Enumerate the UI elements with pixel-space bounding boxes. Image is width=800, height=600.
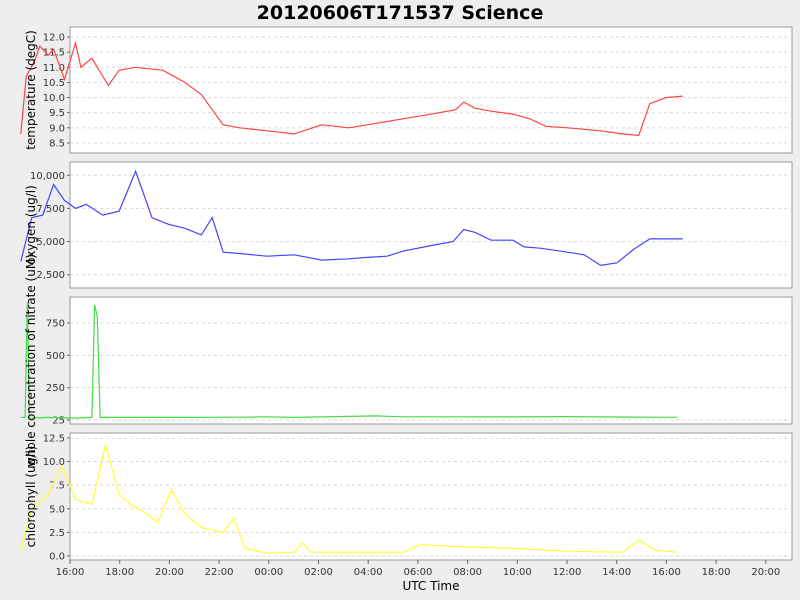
x-tick-label: 12:00 — [553, 567, 582, 578]
y-tick-label: 750 — [46, 318, 65, 329]
y-tick-label: 5.0 — [49, 504, 65, 515]
y-tick-label: 10.0 — [43, 93, 65, 104]
y-axis-label-1: temperature (degC) — [24, 30, 38, 150]
y-tick-label: 250 — [46, 383, 65, 394]
x-tick-label: 22:00 — [205, 567, 234, 578]
y-tick-label: 2,500 — [36, 270, 65, 281]
plot-area-3 — [69, 296, 793, 425]
x-tick-label: 02:00 — [304, 567, 333, 578]
y-axis-label-2: oxygen (ug/l) — [24, 185, 38, 265]
y-tick-label: 9.0 — [49, 123, 65, 134]
plot-area-4 — [69, 432, 793, 561]
x-tick-label: 20:00 — [155, 567, 184, 578]
x-tick-label: 18:00 — [105, 567, 134, 578]
y-tick-label: 10.5 — [43, 78, 65, 89]
x-tick-label: 18:00 — [702, 567, 731, 578]
y-tick-label: 12.0 — [43, 33, 65, 44]
plot-area-1 — [69, 26, 793, 154]
y-tick-label: 12.5 — [43, 433, 65, 444]
y-tick-label: 9.5 — [49, 108, 65, 119]
y-tick-label: 2.5 — [49, 528, 65, 539]
y-tick-label: 500 — [46, 351, 65, 362]
x-tick-label: 06:00 — [403, 567, 432, 578]
plot-area-2 — [69, 161, 793, 289]
x-tick-label: 16:00 — [652, 567, 681, 578]
x-tick-label: 20:00 — [751, 567, 780, 578]
y-tick-label: 10,000 — [30, 171, 65, 182]
y-tick-label: 7,500 — [36, 204, 65, 215]
y-tick-label: 0.0 — [49, 552, 65, 563]
y-axis-label-3: whole concentration of nitrate (uM) — [24, 254, 38, 467]
y-tick-label: 5,000 — [36, 237, 65, 248]
y-tick-label: 8.5 — [49, 138, 65, 149]
x-tick-label: 14:00 — [602, 567, 631, 578]
x-tick-label: 16:00 — [56, 567, 85, 578]
x-tick-label: 04:00 — [354, 567, 383, 578]
x-tick-label: 10:00 — [503, 567, 532, 578]
y-tick-label: 7.5 — [49, 481, 65, 492]
x-axis-label: UTC Time — [403, 579, 460, 593]
y-axis-label-4: chlorophyll (ug/l) — [24, 446, 38, 548]
x-tick-label: 08:00 — [453, 567, 482, 578]
x-tick-label: 00:00 — [254, 567, 283, 578]
stacked-time-series-chart: 8.59.09.510.010.511.011.512.0temperature… — [20, 26, 793, 593]
